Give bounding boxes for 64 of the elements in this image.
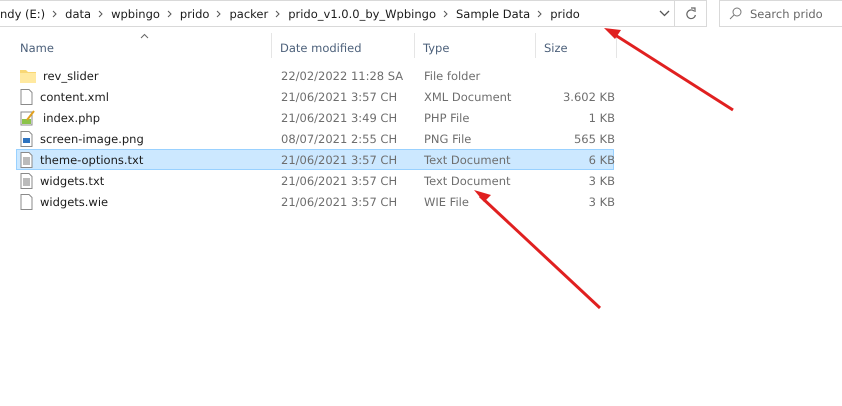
file-type: WIE File — [423, 194, 470, 208]
file-type: Text Document — [423, 174, 512, 188]
column-header[interactable]: Name — [16, 33, 272, 58]
breadcrumb[interactable]: prido_v1.0.0_by_Wpbingo — [288, 6, 436, 20]
file-name: widgets.wie — [40, 194, 108, 208]
search-icon — [729, 7, 742, 20]
folder-icon — [20, 68, 36, 82]
file-type: XML Document — [423, 90, 512, 104]
chevron-icon — [274, 10, 282, 18]
breadcrumb[interactable]: prido — [180, 6, 210, 20]
chevron-icon — [536, 10, 544, 18]
date-modified: 08/07/2021 2:55 CH — [280, 132, 398, 146]
date-modified: 21/06/2021 3:57 CH — [280, 90, 398, 104]
chevron-icon — [97, 10, 106, 18]
file-size: 3 KB — [588, 174, 615, 188]
date-modified: 21/06/2021 3:57 CH — [280, 152, 398, 166]
address-bar[interactable]: ndy (E:) data wpbingo prido packer prido_v1.0.0_by_Wpbingo Sample Data prido — [0, 0, 675, 27]
file-size: 1 KB — [588, 110, 615, 124]
chevron-icon — [166, 10, 174, 18]
file-row[interactable]: screen-image.png 08/07/2021 2:55 CH PNG File 565 KB — [16, 128, 614, 149]
date-modified: 22/02/2022 11:28 SA — [280, 68, 404, 82]
file-name: index.php — [43, 110, 100, 124]
file-type: File folder — [423, 68, 482, 82]
breadcrumb[interactable]: packer — [229, 6, 268, 20]
file-row[interactable]: widgets.txt 21/06/2021 3:57 CH Text Document 3 KB — [16, 170, 614, 191]
file-name: content.xml — [40, 90, 109, 104]
file-row[interactable]: content.xml 21/06/2021 3:57 CH XML Document 3.602 KB — [16, 86, 614, 107]
file-size: 6 KB — [588, 152, 615, 166]
document-icon — [20, 194, 33, 210]
file-size: 3.602 KB — [562, 90, 615, 104]
file-type: PNG File — [423, 132, 472, 146]
file-name: screen-image.png — [40, 132, 144, 146]
file-row[interactable]: theme-options.txt 21/06/2021 3:57 CH Text Document 6 KB — [16, 149, 614, 170]
breadcrumb[interactable]: wpbingo — [111, 6, 160, 20]
chevron-icon — [215, 10, 224, 18]
column-header[interactable]: Type — [415, 33, 536, 58]
refresh-icon[interactable] — [684, 7, 696, 20]
dropdown-icon[interactable] — [659, 10, 670, 17]
text-file-icon — [20, 172, 33, 188]
date-modified: 21/06/2021 3:49 CH — [280, 110, 398, 124]
date-modified: 21/06/2021 3:57 CH — [280, 174, 398, 188]
text-file-icon — [20, 152, 33, 168]
chevron-icon — [51, 10, 60, 18]
file-row[interactable]: rev_slider 22/02/2022 11:28 SA File folder — [16, 65, 614, 86]
file-name: theme-options.txt — [40, 152, 144, 166]
file-type: Text Document — [423, 152, 512, 166]
file-row[interactable]: widgets.wie 21/06/2021 3:57 CH WIE File 3 KB — [16, 191, 614, 212]
file-size: 565 KB — [572, 132, 615, 146]
breadcrumb[interactable]: prido — [550, 6, 580, 20]
image-file-icon — [20, 130, 33, 146]
chevron-icon — [442, 10, 450, 18]
file-row[interactable]: index.php 21/06/2021 3:49 CH PHP File 1 KB — [16, 107, 614, 128]
breadcrumb[interactable]: Sample Data — [456, 6, 530, 20]
file-size: 3 KB — [588, 194, 615, 208]
breadcrumb[interactable]: data — [65, 6, 92, 20]
breadcrumb[interactable]: ndy (E:) — [0, 6, 46, 20]
column-header[interactable]: Date modified — [272, 33, 415, 58]
file-name: rev_slider — [43, 68, 99, 82]
file-name: widgets.txt — [40, 174, 104, 188]
date-modified: 21/06/2021 3:57 CH — [280, 194, 398, 208]
search-field[interactable]: Search prido — [719, 0, 842, 27]
script-file-icon — [20, 110, 36, 126]
document-icon — [20, 88, 33, 104]
file-type: PHP File — [423, 110, 470, 124]
